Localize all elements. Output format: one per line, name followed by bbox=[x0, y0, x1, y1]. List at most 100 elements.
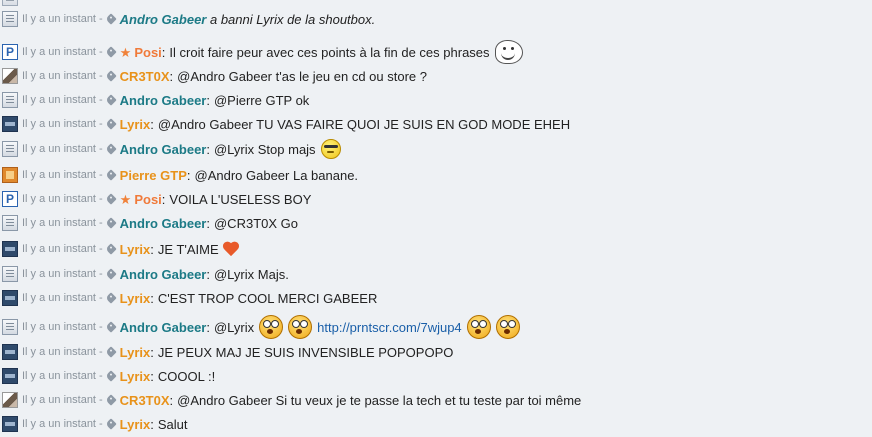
message-row: Il y a un instant - CR3T0X: @Andro Gabeer S… bbox=[0, 388, 581, 412]
avatar[interactable] bbox=[2, 44, 18, 60]
tag-icon[interactable] bbox=[105, 193, 117, 205]
message-row: Il y a un instant - CR3T0X: @Andro Gabeer t… bbox=[0, 64, 427, 88]
separator-dash: - bbox=[99, 370, 103, 382]
avatar[interactable] bbox=[2, 290, 18, 306]
username-link[interactable]: Andro Gabeer bbox=[120, 142, 207, 157]
username-link[interactable]: Andro Gabeer bbox=[120, 93, 207, 108]
timestamp: Il y a un instant bbox=[22, 321, 96, 333]
colon-separator: : bbox=[150, 344, 154, 360]
tag-icon[interactable] bbox=[105, 268, 117, 280]
username-link[interactable]: Lyrix bbox=[120, 242, 151, 257]
username-link[interactable]: Lyrix bbox=[120, 369, 151, 384]
tag-icon[interactable] bbox=[105, 243, 117, 255]
tag-icon[interactable] bbox=[105, 418, 117, 430]
username-link[interactable]: Posi bbox=[134, 45, 161, 60]
message-row: Il y a un instant - Andro Gabeer: @Lyrix Ma… bbox=[0, 262, 289, 286]
separator-dash: - bbox=[99, 118, 103, 130]
timestamp: Il y a un instant bbox=[22, 94, 96, 106]
avatar[interactable] bbox=[2, 68, 18, 84]
username-link[interactable]: Posi bbox=[134, 192, 161, 207]
colon-separator: : bbox=[206, 92, 210, 108]
username-link[interactable]: Andro Gabeer bbox=[120, 12, 207, 27]
username-link[interactable]: Andro Gabeer bbox=[120, 320, 207, 335]
separator-dash: - bbox=[99, 169, 103, 181]
tag-icon[interactable] bbox=[105, 394, 117, 406]
avatar[interactable] bbox=[2, 392, 18, 408]
message-text: @Andro Gabeer t'as le jeu en cd ou store… bbox=[177, 68, 427, 84]
timestamp: Il y a un instant bbox=[22, 418, 96, 430]
username-link[interactable]: CR3T0X bbox=[120, 393, 170, 408]
avatar[interactable] bbox=[2, 241, 18, 257]
separator-dash: - bbox=[99, 143, 103, 155]
avatar[interactable] bbox=[2, 116, 18, 132]
separator-dash: - bbox=[99, 217, 103, 229]
message-row: Il y a un instant - Lyrix: @Andro Gabeer TU… bbox=[0, 112, 570, 136]
timestamp: Il y a un instant bbox=[22, 292, 96, 304]
tag-icon[interactable] bbox=[105, 169, 117, 181]
tag-icon[interactable] bbox=[105, 13, 117, 25]
colon-separator: : bbox=[161, 191, 166, 207]
avatar[interactable] bbox=[2, 319, 18, 335]
username-link[interactable]: Lyrix bbox=[120, 417, 151, 432]
troll-face-icon bbox=[494, 40, 523, 64]
username-link[interactable]: Lyrix bbox=[120, 345, 151, 360]
tag-icon[interactable] bbox=[105, 292, 117, 304]
tag-icon[interactable] bbox=[105, 346, 117, 358]
username-link[interactable]: Pierre GTP bbox=[120, 168, 187, 183]
separator-dash: - bbox=[99, 292, 103, 304]
username-link[interactable]: CR3T0X bbox=[120, 69, 170, 84]
avatar[interactable] bbox=[2, 266, 18, 282]
avatar[interactable] bbox=[2, 368, 18, 384]
message-link[interactable]: http://prntscr.com/7wjup4 bbox=[317, 320, 462, 335]
avatar[interactable] bbox=[2, 416, 18, 432]
message-row: Il y a un instant - Andro Gabeer a banni L… bbox=[0, 7, 375, 31]
tag-icon[interactable] bbox=[105, 370, 117, 382]
tag-icon[interactable] bbox=[105, 118, 117, 130]
avatar[interactable] bbox=[2, 167, 18, 183]
colon-separator: : bbox=[150, 116, 154, 132]
separator-dash: - bbox=[99, 46, 103, 58]
timestamp: Il y a un instant bbox=[22, 13, 96, 25]
shocked-smiley-icon bbox=[288, 315, 313, 339]
timestamp: Il y a un instant bbox=[22, 217, 96, 229]
shocked-smiley-icon bbox=[495, 315, 520, 339]
separator-dash: - bbox=[99, 94, 103, 106]
tag-icon[interactable] bbox=[105, 217, 117, 229]
avatar[interactable] bbox=[2, 92, 18, 108]
username-link[interactable]: Lyrix bbox=[120, 117, 151, 132]
timestamp: Il y a un instant bbox=[22, 46, 96, 58]
tag-icon[interactable] bbox=[105, 70, 117, 82]
avatar[interactable] bbox=[2, 0, 18, 6]
timestamp: Il y a un instant bbox=[22, 70, 96, 82]
colon-separator: : bbox=[150, 368, 154, 384]
tag-icon[interactable] bbox=[105, 46, 117, 58]
message-text: COOOL :! bbox=[157, 368, 216, 384]
tag-icon[interactable] bbox=[105, 321, 117, 333]
separator-dash: - bbox=[99, 346, 103, 358]
shocked-smiley-icon bbox=[259, 315, 284, 339]
username-link[interactable]: Andro Gabeer bbox=[120, 267, 207, 282]
message-row: Il y a un instant - Andro Gabeer: @CR3T0X G… bbox=[0, 211, 298, 235]
message-row: Il y a un instant - Pierre GTP: @Andro Gabe… bbox=[0, 163, 358, 187]
colon-separator: : bbox=[150, 416, 154, 432]
message-text: @Lyrix bbox=[213, 319, 255, 335]
tag-icon[interactable] bbox=[105, 94, 117, 106]
avatar[interactable] bbox=[2, 191, 18, 207]
avatar[interactable] bbox=[2, 344, 18, 360]
avatar[interactable] bbox=[2, 215, 18, 231]
message-text: Salut bbox=[157, 416, 188, 432]
tag-icon[interactable] bbox=[105, 143, 117, 155]
username-link[interactable]: Andro Gabeer bbox=[120, 216, 207, 231]
separator-dash: - bbox=[99, 268, 103, 280]
separator-dash: - bbox=[99, 418, 103, 430]
timestamp: Il y a un instant bbox=[22, 394, 96, 406]
avatar[interactable] bbox=[2, 11, 18, 27]
username-link[interactable]: Lyrix bbox=[120, 291, 151, 306]
timestamp: Il y a un instant bbox=[22, 268, 96, 280]
separator-dash: - bbox=[99, 13, 103, 25]
cool-smiley-icon bbox=[320, 139, 341, 159]
message-text: @CR3T0X Go bbox=[213, 215, 298, 231]
colon-separator: : bbox=[186, 167, 191, 183]
avatar[interactable] bbox=[2, 141, 18, 157]
message-text: @Andro Gabeer Si tu veux je te passe la … bbox=[177, 392, 582, 408]
